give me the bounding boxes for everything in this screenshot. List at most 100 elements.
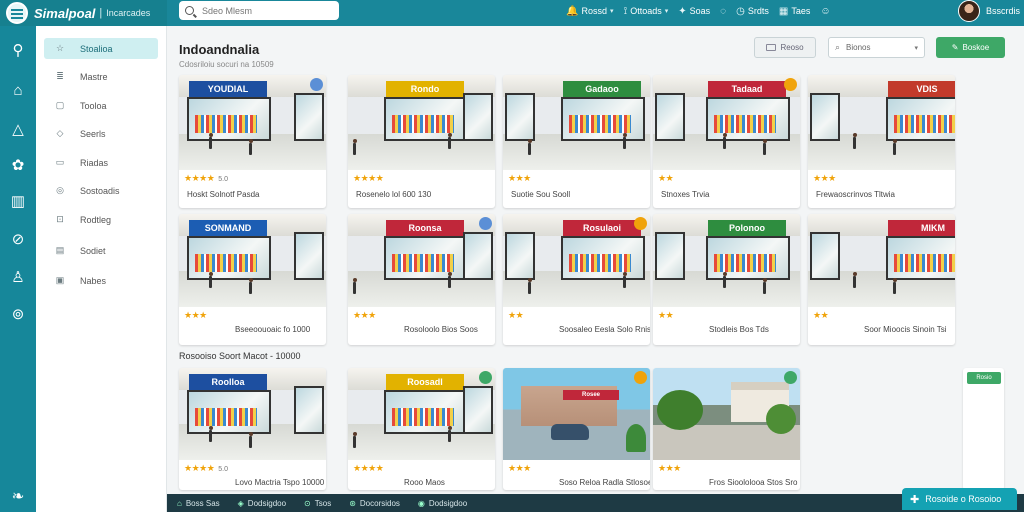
product-shelf: [392, 115, 454, 133]
store-sign: Tadaad: [708, 81, 786, 97]
store-card[interactable]: SONMAND ★★★ Bseeoouoaic fo 1000: [179, 214, 326, 345]
list-icon: ≣: [56, 71, 64, 81]
store-photo: Gadaoo: [503, 75, 650, 170]
user-icon[interactable]: ♙: [9, 269, 27, 287]
search-input[interactable]: [202, 5, 332, 16]
card-icon: [766, 44, 777, 51]
footer-item[interactable]: ⊙ Tsos: [304, 499, 331, 508]
sidebar-item[interactable]: ▢ Tooloa: [44, 95, 158, 116]
chevron-down-icon: ▾: [914, 44, 918, 52]
grid-icon[interactable]: ▥: [9, 193, 27, 211]
top-nav-label: Ottoads: [630, 6, 662, 16]
brand-area[interactable]: Simalpoal | Incarcades: [0, 0, 167, 26]
store-card[interactable]: MIKM ★★ Soor Mioocis Sinoin Tsi: [808, 214, 955, 345]
leaf-icon[interactable]: ❧: [9, 488, 27, 506]
store-card[interactable]: Roosadl ★★★★ Rooo Maos: [348, 368, 495, 490]
product-shelf: [392, 254, 454, 272]
star-icon: ☆: [55, 43, 65, 53]
store-photo: SONMAND: [179, 214, 326, 307]
sidebar-item[interactable]: ▤ Sodiet: [44, 240, 158, 261]
store-caption: Soso Reloa Radla Stlosoeeo 103: [559, 478, 650, 487]
storefront-window: [505, 93, 535, 141]
footer-item[interactable]: ◈ Dodsigdoo: [238, 499, 286, 508]
top-nav-label: Soas: [689, 6, 711, 16]
gear-icon[interactable]: ✿: [9, 157, 27, 175]
storefront-window: [463, 386, 493, 434]
store-card[interactable]: Gadaoo ★★★ Suotie Sou Sooll: [503, 75, 650, 208]
store-photo: [653, 368, 800, 460]
shopper-figure: [352, 139, 357, 155]
product-shelf: [195, 408, 257, 426]
store-photo: Rosee: [503, 368, 650, 460]
sidebar-item[interactable]: ◇ Seerls: [44, 123, 158, 144]
secondary-button-label: Reoso: [780, 43, 804, 52]
storefront-window: [810, 93, 840, 141]
sidebar-item[interactable]: ◎ Sostoadis: [44, 180, 158, 201]
store-card[interactable]: Roolloa ★★★★ 5.0 Lovo Mactria Tspo 10000: [179, 368, 326, 490]
footer-item[interactable]: ⊛ Docorsidos: [349, 499, 400, 508]
bag-icon[interactable]: ⌂: [9, 82, 27, 100]
shopper-figure: [208, 133, 213, 149]
store-card[interactable]: Rosulaoi ★★ Soosaleo Eesla Solo Rnis: [503, 214, 650, 345]
file-icon: ▤: [55, 245, 65, 255]
icon-rail: ⚲ ⌂ △ ✿ ▥ ⊘ ♙ ⊚ ❧: [0, 26, 36, 512]
star-rating: ★★: [813, 310, 829, 320]
badge-icon: [310, 78, 323, 91]
sidebar-item[interactable]: ▣ Nabes: [44, 270, 158, 291]
user-name[interactable]: Bsscrdis: [986, 6, 1020, 16]
footer-item[interactable]: ⌂ Boss Sas: [177, 499, 220, 508]
store-caption: Fros Sioololooa Stos Sro: [709, 478, 798, 487]
chevron-down-icon: ▾: [664, 8, 669, 15]
badge-icon: [784, 371, 797, 384]
store-card[interactable]: Rosee ★★★ Soso Reloa Radla Stlosoeeo 103: [503, 368, 650, 490]
store-card[interactable]: Rosio: [963, 368, 1004, 490]
store-card[interactable]: Rondo ★★★★ Rosenelo lol 600 130: [348, 75, 495, 208]
top-nav-item[interactable]: ✦ Soas: [678, 6, 710, 17]
secondary-button[interactable]: Reoso: [754, 37, 816, 58]
star-rating: ★★: [658, 173, 674, 183]
shopper-figure: [527, 139, 532, 155]
footer-item[interactable]: ◉ Dodsigdoo: [418, 499, 467, 508]
search-icon: ⌕: [835, 42, 841, 52]
sidebar-item[interactable]: ⊡ Rodtleg: [44, 209, 158, 230]
store-photo: Roonsa: [348, 214, 495, 307]
sort-label: Bionos: [846, 43, 871, 52]
store-card[interactable]: ★★★ Fros Sioololooa Stos Sro: [653, 368, 800, 490]
store-sign: Rondo: [386, 81, 464, 97]
badge-label: Rosio: [967, 372, 1001, 384]
primary-button[interactable]: ✎ Boskoe: [936, 37, 1005, 58]
store-card[interactable]: Roonsa ★★★ Rosoloolo Bios Soos: [348, 214, 495, 345]
sidebar-item[interactable]: ▭ Riadas: [44, 152, 158, 173]
sort-dropdown[interactable]: ⌕ Bionos ▾: [828, 37, 925, 58]
top-nav-item[interactable]: ⟟ Ottoads ▾: [623, 6, 668, 17]
top-nav-item[interactable]: ▦ Taes: [779, 6, 810, 17]
shopper-figure: [248, 432, 253, 448]
clock-icon[interactable]: ⊘: [9, 231, 27, 249]
product-shelf: [569, 254, 631, 272]
sidebar-item-label: Rodtleg: [80, 214, 112, 225]
search-box[interactable]: [179, 1, 339, 20]
top-nav-item[interactable]: ◌: [720, 6, 726, 17]
store-caption: Frewaoscrinvos Tltwia: [816, 190, 895, 199]
sidebar-item[interactable]: ☆ Stoalioa: [44, 38, 158, 59]
target-icon[interactable]: ⊚: [9, 306, 27, 324]
product-shelf: [195, 115, 257, 133]
sidebar-item[interactable]: ≣ Mastre: [44, 66, 158, 87]
store-photo: VDIS: [808, 75, 955, 170]
car-shape: [551, 424, 589, 440]
footer-bar: ⌂ Boss Sas ◈ Dodsigdoo ⊙ Tsos ⊛ Docorsidos ◉ Dods…: [167, 494, 1024, 512]
store-card[interactable]: Tadaad ★★ Stnoxes Trvia: [653, 75, 800, 208]
top-nav-item[interactable]: 🔔 Rossd ▾: [566, 6, 613, 17]
star-rating: ★★★: [184, 310, 207, 320]
store-caption: Soor Mioocis Sinoin Tsi: [864, 325, 947, 334]
store-card[interactable]: YOUDIAL ★★★★ 5.0 Hoskt Solnotf Pasda: [179, 75, 326, 208]
top-nav-item[interactable]: ◷ Srdts: [736, 6, 769, 17]
store-card[interactable]: Polonoo ★★ Stodleis Bos Tds: [653, 214, 800, 345]
triangle-icon[interactable]: △: [9, 121, 27, 139]
link-icon[interactable]: ⚲: [9, 42, 27, 60]
settings-icon: ⊛: [349, 498, 356, 508]
chat-toast[interactable]: ✚ Rosoide o Rosoioo: [902, 488, 1017, 510]
top-nav-item[interactable]: ☺: [820, 6, 830, 17]
avatar[interactable]: [958, 0, 980, 22]
store-card[interactable]: VDIS ★★★ Frewaoscrinvos Tltwia: [808, 75, 955, 208]
